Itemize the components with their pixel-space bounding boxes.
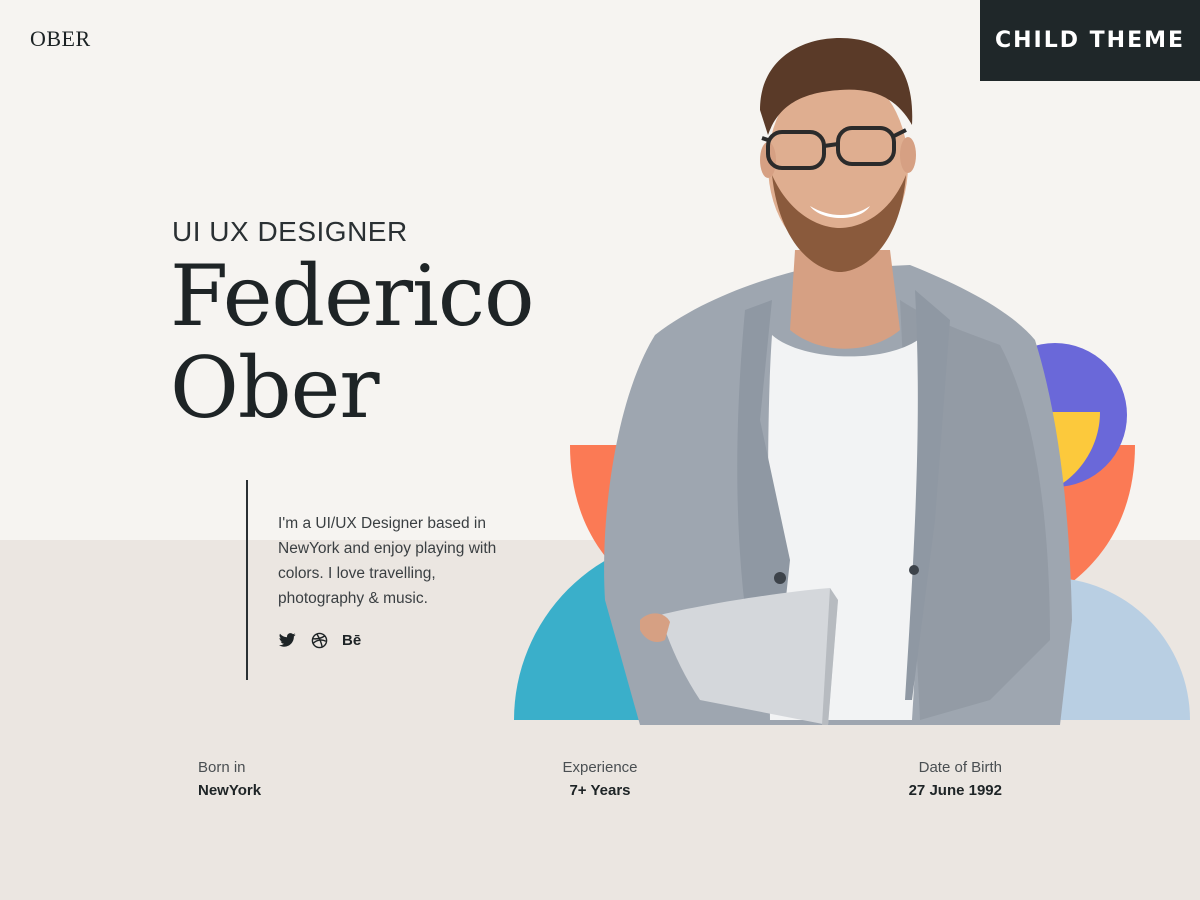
role-title: UI UX DESIGNER (172, 216, 408, 247)
experience-label: Experience (562, 759, 638, 776)
hero-illustration (514, 38, 1190, 725)
dob-value: 27 June 1992 (908, 782, 1002, 799)
stat-born: Born in NewYork (198, 758, 261, 804)
divider-line (246, 480, 248, 680)
born-value: NewYork (198, 782, 262, 799)
born-label: Born in (198, 759, 246, 776)
twitter-icon[interactable] (278, 630, 296, 650)
behance-icon[interactable]: Bē (342, 630, 361, 650)
name-last: Ober (170, 339, 380, 437)
dob-label: Date of Birth (918, 759, 1002, 776)
site-logo[interactable]: OBER (30, 26, 91, 52)
experience-value: 7+ Years (569, 782, 631, 799)
name-first: Federico (170, 247, 535, 345)
bio-text: I'm a UI/UX Designer based in NewYork an… (278, 515, 497, 607)
social-links: Bē (278, 630, 361, 650)
stat-dob: Date of Birth 27 June 1992 (862, 758, 1002, 804)
stat-experience: Experience 7+ Years (540, 758, 660, 804)
person-name: Federico Ober (170, 247, 535, 437)
dribbble-icon[interactable] (310, 630, 328, 650)
